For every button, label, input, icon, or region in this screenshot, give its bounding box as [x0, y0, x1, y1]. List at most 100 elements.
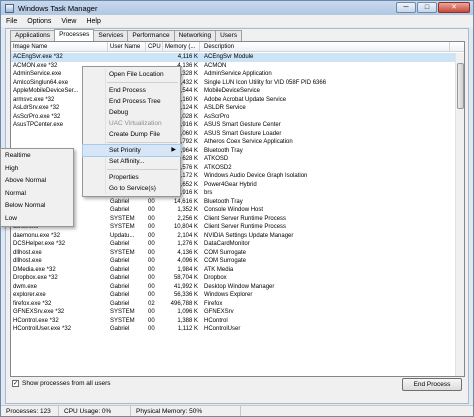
table-row[interactable]: armsvc.exe *32 1,160 K Adobe Acrobat Updat…: [11, 96, 464, 105]
process-cpu: 00: [148, 249, 155, 256]
table-row[interactable]: firefox.exe *32 Gabriel 02 496,788 K Firefox: [11, 300, 464, 309]
process-user: Gabriel: [110, 292, 130, 298]
priority-high[interactable]: High: [1, 163, 73, 176]
menu-help[interactable]: Help: [81, 18, 105, 25]
context-menu-item-properties[interactable]: Properties: [83, 172, 180, 183]
process-description: AdminService Application: [204, 71, 272, 77]
table-row[interactable]: GFNEXSrv.exe *32 SYSTEM 00 1,096 K GFNEXSrv: [11, 308, 464, 317]
context-menu-item-open-file-location[interactable]: Open File Location: [83, 69, 180, 80]
priority-realtime[interactable]: Realtime: [1, 150, 73, 163]
status-bar: Processes: 123 CPU Usage: 0% Physical Me…: [1, 405, 473, 416]
context-menu-item-debug[interactable]: Debug: [83, 107, 180, 118]
tab-applications[interactable]: Applications: [10, 30, 56, 41]
show-all-users[interactable]: ✓ Show processes from all users: [12, 380, 111, 387]
minimize-button[interactable]: ─: [396, 2, 416, 13]
table-row[interactable]: dllhost.exe SYSTEM 00 4,136 K COM Surrogate: [11, 249, 464, 258]
table-row[interactable]: AdminService.exe 3,328 K AdminService Appl…: [11, 70, 464, 79]
table-row[interactable]: HControlUser.exe *32 Gabriel 00 1,112 K HCon…: [11, 325, 464, 334]
process-user: Gabriel: [110, 326, 130, 332]
context-menu-item-end-process[interactable]: End Process: [83, 85, 180, 96]
process-memory: 2,104 K: [177, 232, 198, 239]
table-row[interactable]: 628 K ATKOSD: [11, 155, 464, 164]
table-row[interactable]: AmIcoSinglun64.exe 2,432 K Single LUN Icon…: [11, 79, 464, 88]
process-name: dllhost.exe: [13, 249, 42, 256]
menu-options[interactable]: Options: [22, 18, 56, 25]
context-menu-item-end-process-tree[interactable]: End Process Tree: [83, 96, 180, 107]
show-all-checkbox[interactable]: ✓: [12, 380, 19, 387]
column-user-name[interactable]: User Name: [108, 42, 146, 52]
table-row[interactable]: 4,792 K Atheros Coex Service Application: [11, 138, 464, 147]
status-cpu: CPU Usage: 0%: [59, 406, 131, 416]
column-cpu[interactable]: CPU: [146, 42, 163, 52]
tab-services[interactable]: Services: [93, 30, 129, 41]
table-row[interactable]: conhost.exeGabriel001,352 KConsole Windo…: [11, 206, 464, 215]
table-row[interactable]: ACEngSvr.exe *32 4,116 K ACEngSvr Module: [11, 53, 464, 62]
column-memory[interactable]: Memory (...: [163, 42, 200, 52]
close-button[interactable]: ✕: [438, 2, 470, 13]
table-row[interactable]: AsLdrSrv.exe *32 1,124 K ASLDR Service: [11, 104, 464, 113]
context-menu-item-set-affinity[interactable]: Set Affinity...: [83, 156, 180, 167]
table-row[interactable]: AsusTPCenter.exe 3,916 K ASUS Smart Gestur…: [11, 121, 464, 130]
table-row[interactable]: dwm.exe Gabriel 00 41,992 K Desktop Window M…: [11, 283, 464, 292]
column-header: Image Name User Name CPU Memory (... Des…: [11, 42, 464, 52]
priority-below-normal[interactable]: Below Normal: [1, 200, 73, 213]
task-manager-icon: [5, 3, 14, 13]
table-row[interactable]: Gabriel001,652 KPower4Gear Hybrid: [11, 181, 464, 190]
process-description: Client Server Runtime Process: [204, 224, 287, 230]
process-cpu: 00: [148, 292, 155, 298]
table-row[interactable]: DCSHelper.exe *32 Gabriel 00 1,276 K DataCar…: [11, 240, 464, 249]
process-description: Windows Audio Device Graph Isolation: [204, 173, 308, 179]
table-row[interactable]: 6,964 K Bluetooth Tray: [11, 147, 464, 156]
table-row[interactable]: csrss.exeSYSTEM002,256 KClient Server Ru…: [11, 215, 464, 224]
scrollbar-thumb[interactable]: [457, 63, 464, 109]
table-row[interactable]: dllhost.exe Gabriel 00 4,096 K COM Surrogate: [11, 257, 464, 266]
table-row[interactable]: explorer.exe Gabriel 00 56,336 K Windows Exp…: [11, 291, 464, 300]
priority-low[interactable]: Low: [1, 213, 73, 226]
priority-above-normal[interactable]: Above Normal: [1, 175, 73, 188]
process-name: HControl.exe *32: [13, 317, 59, 324]
menu-view[interactable]: View: [56, 18, 81, 25]
process-list[interactable]: Image Name User Name CPU Memory (... Des…: [10, 41, 465, 377]
process-cpu: 00: [148, 215, 155, 222]
title-bar[interactable]: Windows Task Manager ─ □ ✕: [1, 1, 473, 15]
context-menu-item-label: Set Affinity...: [109, 158, 145, 165]
table-row[interactable]: ACMON.exe *32 4,136 K ACMON: [11, 62, 464, 71]
table-row[interactable]: HControl.exe *32 SYSTEM 00 1,388 K HControl: [11, 317, 464, 326]
tab-performance[interactable]: Performance: [127, 30, 175, 41]
process-description: Client Server Runtime Process: [204, 215, 287, 222]
table-row[interactable]: AsScrPro.exe *32 1,028 K AsScrPro: [11, 113, 464, 122]
column-description[interactable]: Description: [200, 42, 450, 52]
table-row[interactable]: DMedia.exe *32 Gabriel 00 1,984 K ATK Media: [11, 266, 464, 275]
process-description: Firefox: [204, 300, 223, 307]
table-row[interactable]: Dropbox.exe *32 Gabriel 00 58,704 K Dropbox: [11, 274, 464, 283]
table-row[interactable]: daemonu.exe *32 Updatu... 00 2,104 K NVIDIA …: [11, 232, 464, 241]
table-row[interactable]: BtvStack.exeGabriel0014,616 KBluetooth T…: [11, 198, 464, 207]
table-row[interactable]: Gabriel001,916 Kbrs: [11, 189, 464, 198]
context-menu-item-set-priority[interactable]: Set Priority ▶: [82, 144, 181, 157]
process-description: Console Window Host: [204, 207, 264, 213]
table-row[interactable]: 1,060 K ASUS Smart Gesture Loader: [11, 130, 464, 139]
vertical-scrollbar[interactable]: [455, 53, 464, 376]
process-cpu: 00: [148, 326, 155, 332]
context-menu-item-label: Go to Service(s): [109, 185, 156, 192]
maximize-button[interactable]: □: [417, 2, 437, 13]
tab-processes[interactable]: Processes: [54, 29, 95, 41]
context-menu: Open File Location End Process End Process…: [82, 66, 181, 197]
end-process-button[interactable]: End Process: [402, 378, 462, 391]
context-menu-item-create-dump-file[interactable]: Create Dump File: [83, 129, 180, 140]
tab-users[interactable]: Users: [215, 30, 243, 41]
menu-file[interactable]: File: [1, 18, 22, 25]
table-row[interactable]: csrss.exe SYSTEM 00 10,804 K Client Server R…: [11, 223, 464, 232]
tab-networking[interactable]: Networking: [173, 30, 217, 41]
table-row[interactable]: 10,172 K Windows Audio Device Graph Isola…: [11, 172, 464, 181]
process-user: Gabriel: [110, 266, 130, 273]
table-row[interactable]: 2,576 K ATKOSD2: [11, 164, 464, 173]
priority-normal[interactable]: Normal: [1, 188, 73, 201]
context-menu-item-go-to-service-s[interactable]: Go to Service(s): [83, 183, 180, 194]
process-cpu: 00: [148, 224, 155, 230]
column-image-name[interactable]: Image Name: [11, 42, 108, 52]
table-row[interactable]: AppleMobileDeviceSer... 2,544 K MobileDevi…: [11, 87, 464, 96]
context-menu-item-label: End Process: [109, 87, 146, 94]
process-description: ASUS Smart Gesture Center: [204, 122, 281, 128]
process-user: SYSTEM: [110, 309, 135, 315]
